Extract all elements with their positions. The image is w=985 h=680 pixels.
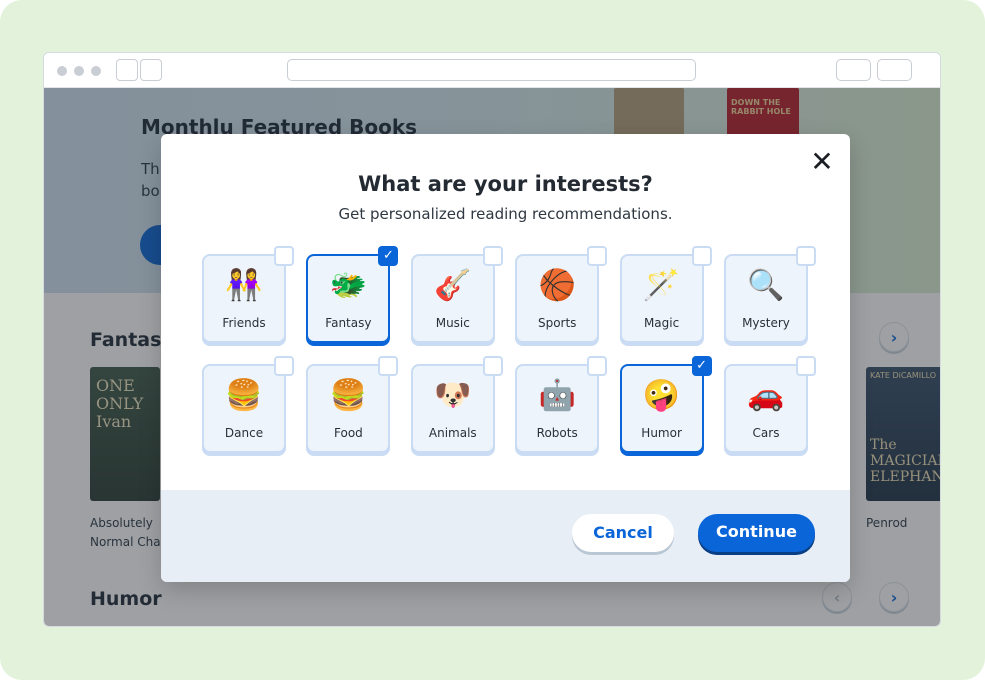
humor-icon: 🤪 <box>642 378 681 413</box>
checkbox[interactable] <box>691 246 712 266</box>
interest-card-animals[interactable]: 🐶 Animals <box>410 356 503 453</box>
checkbox[interactable] <box>378 356 399 376</box>
robots-icon: 🤖 <box>538 378 576 413</box>
window-dot-icon[interactable] <box>91 66 101 76</box>
interests-modal: ✕ What are your interests? Get personali… <box>161 134 850 582</box>
checkbox[interactable] <box>482 356 503 376</box>
window-dot-icon[interactable] <box>74 66 84 76</box>
friends-icon: 👭 <box>225 268 263 303</box>
toolbar-button[interactable] <box>836 59 871 81</box>
interest-card-music[interactable]: 🎸 Music <box>410 246 503 343</box>
dance-icon: 🍔 <box>225 378 263 413</box>
checkbox[interactable] <box>274 246 294 266</box>
modal-title: What are your interests? <box>358 172 653 196</box>
interest-label: Magic <box>643 316 680 330</box>
magic-icon: 🪄 <box>642 268 681 303</box>
back-button[interactable] <box>116 59 138 81</box>
checkbox[interactable] <box>587 356 608 376</box>
interest-card-food[interactable]: 🍔 Food <box>306 356 399 453</box>
interest-card-cars[interactable]: 🚗 Cars <box>724 356 816 453</box>
interest-label: Food <box>334 426 363 440</box>
interest-label: Robots <box>536 426 578 440</box>
interest-card-fantasy[interactable]: 🐲 Fantasy ✓ <box>306 246 399 343</box>
checkbox[interactable] <box>796 356 816 376</box>
checkbox[interactable] <box>587 246 608 266</box>
checkbox[interactable] <box>796 246 816 266</box>
interest-card-mystery[interactable]: 🔍 Mystery <box>724 246 816 343</box>
food-icon: 🍔 <box>329 378 368 413</box>
fantasy-icon: 🐲 <box>329 268 368 303</box>
forward-button[interactable] <box>140 59 162 81</box>
interest-label: Cars <box>752 426 780 440</box>
interest-label: Sports <box>537 316 577 330</box>
interest-card-humor[interactable]: 🤪 Humor ✓ <box>619 356 712 453</box>
interest-label: Mystery <box>742 316 790 330</box>
modal-subtitle: Get personalized reading recommendations… <box>338 205 673 223</box>
cars-icon: 🚗 <box>747 378 785 413</box>
music-icon: 🎸 <box>434 268 472 303</box>
interest-card-robots[interactable]: 🤖 Robots <box>515 356 608 453</box>
interest-label: Humor <box>641 426 682 440</box>
continue-button[interactable]: Continue <box>698 514 815 552</box>
interest-card-magic[interactable]: 🪄 Magic <box>619 246 712 343</box>
interest-card-sports[interactable]: 🏀 Sports <box>515 246 608 343</box>
checkmark-icon[interactable]: ✓ <box>378 246 399 266</box>
browser-toolbar <box>44 53 940 88</box>
sports-icon: 🏀 <box>538 268 576 303</box>
interest-label: Fantasy <box>325 316 372 330</box>
cancel-button[interactable]: Cancel <box>572 514 674 552</box>
address-bar[interactable] <box>287 59 696 81</box>
interest-card-dance[interactable]: 🍔 Dance <box>202 356 294 453</box>
checkbox[interactable] <box>274 356 294 376</box>
checkbox[interactable] <box>482 246 503 266</box>
mystery-icon: 🔍 <box>747 268 785 303</box>
animals-icon: 🐶 <box>434 378 472 413</box>
interest-label: Music <box>435 316 470 330</box>
interest-card-friends[interactable]: 👭 Friends <box>202 246 294 343</box>
interest-label: Dance <box>224 426 264 440</box>
toolbar-button[interactable] <box>877 59 912 81</box>
window-dot-icon[interactable] <box>57 66 67 76</box>
checkmark-icon[interactable]: ✓ <box>691 356 712 376</box>
interest-label: Animals <box>428 426 477 440</box>
interest-label: Friends <box>222 316 266 330</box>
